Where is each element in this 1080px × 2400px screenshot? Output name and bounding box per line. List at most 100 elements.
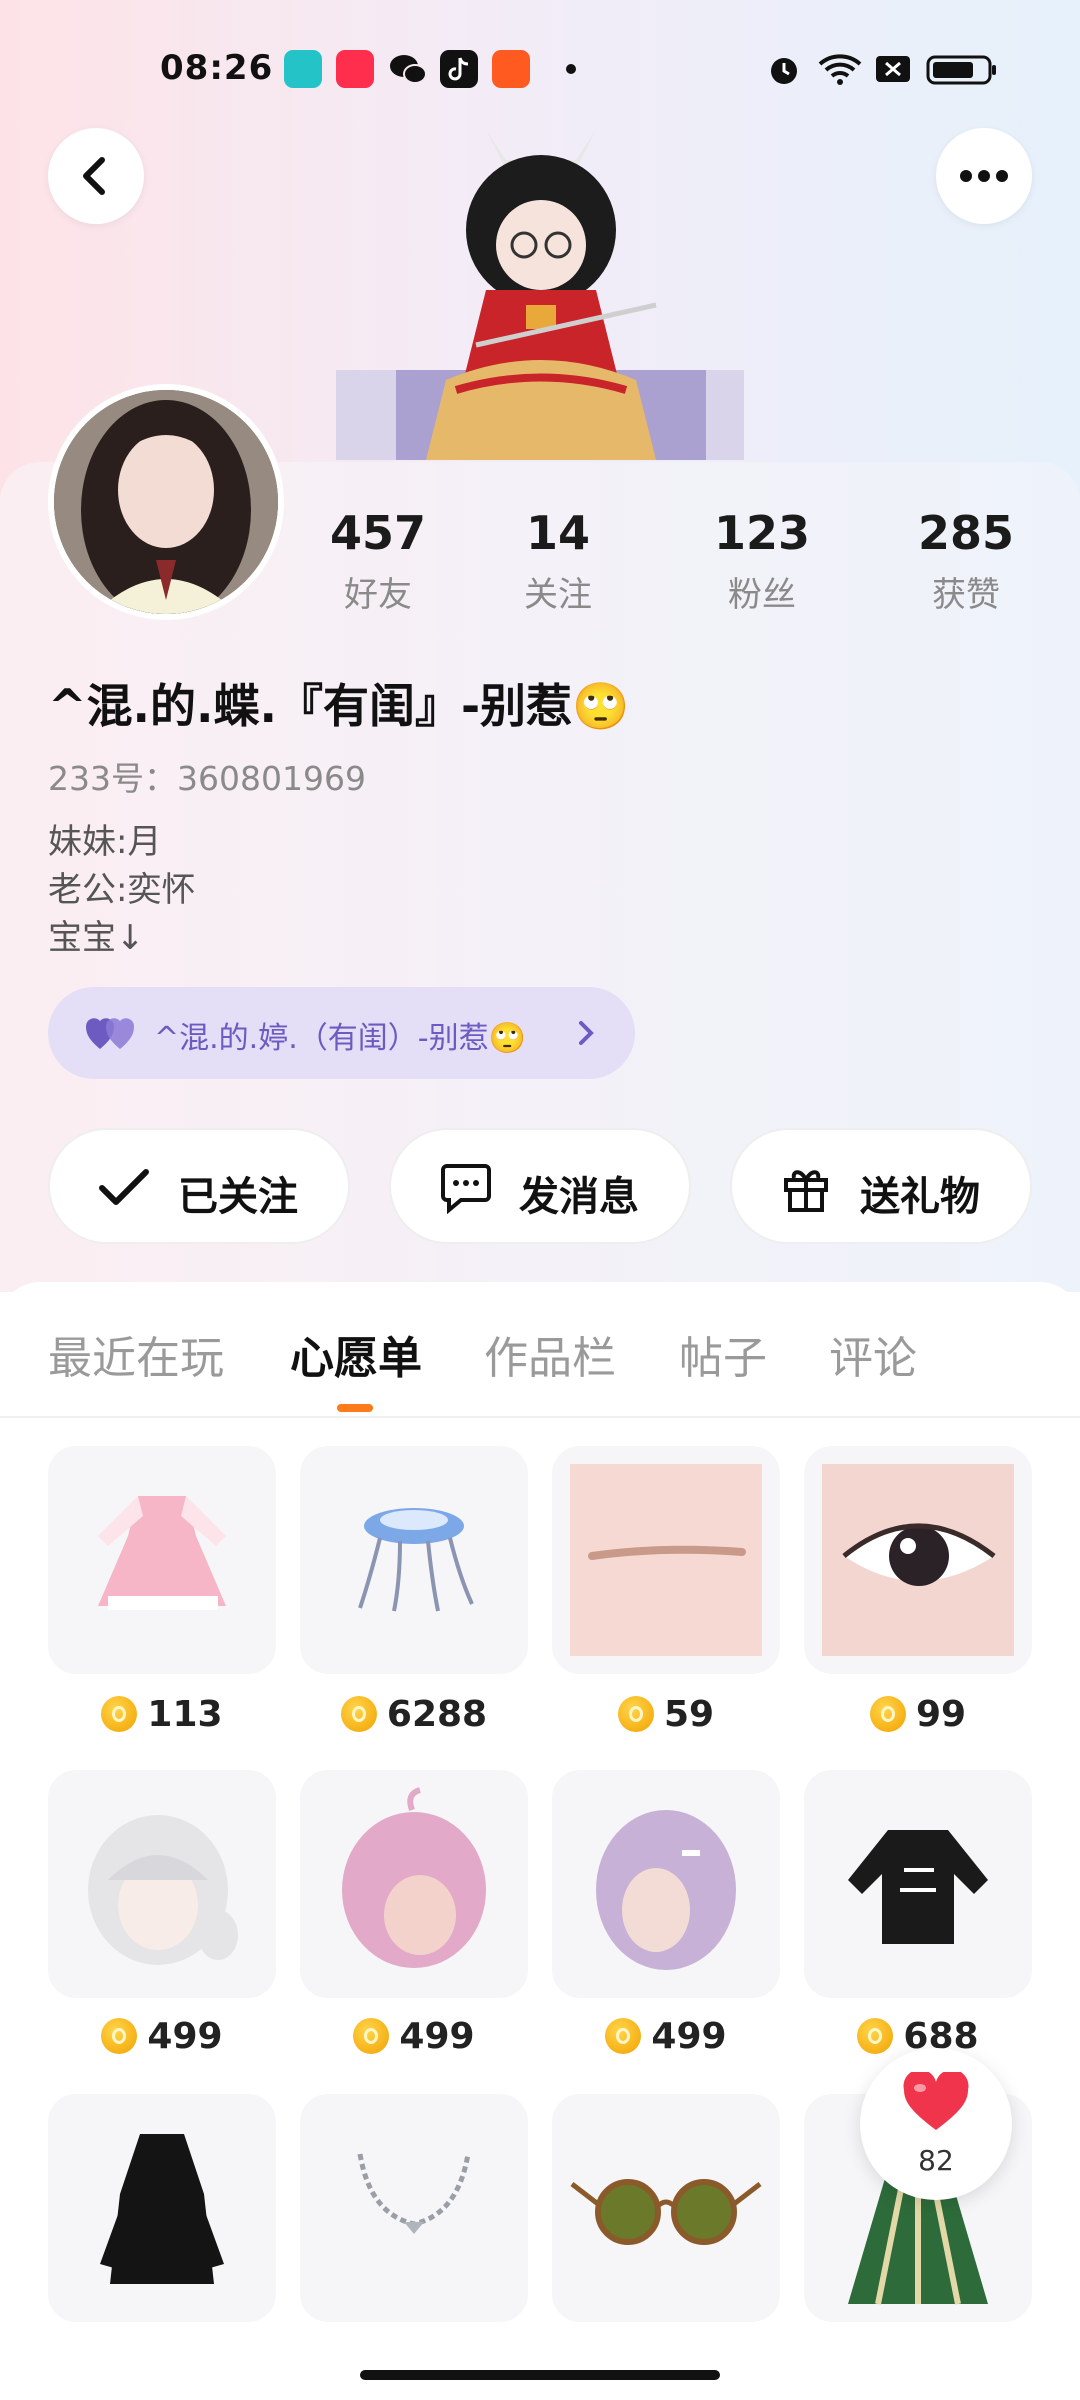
round-sunglasses-image — [570, 2179, 762, 2245]
tab-posts[interactable]: 帖子 — [679, 1322, 767, 1386]
xiaohongshu-icon — [336, 50, 374, 88]
alarm-icon — [771, 58, 797, 84]
lavender-hair-image — [596, 1810, 736, 1970]
coin-icon — [617, 1696, 654, 1732]
wishlist-item-black-jacket[interactable] — [804, 1770, 1032, 1998]
price-value: 499 — [651, 2016, 727, 2057]
message-label: 发消息 — [519, 1174, 639, 1220]
stat-label: 获赞 — [932, 575, 1000, 615]
message-button[interactable]: 发消息 — [389, 1128, 691, 1244]
black-dress-image — [100, 2134, 224, 2284]
wifi-icon — [818, 54, 862, 85]
price-value: 99 — [915, 1694, 967, 1735]
wishlist-item-lavender-hair[interactable] — [552, 1770, 780, 1998]
tab-divider — [0, 1416, 1080, 1418]
stat-label: 好友 — [344, 575, 412, 615]
status-time: 08:26 — [160, 48, 274, 88]
stat-friends[interactable]: 457 好友 — [298, 505, 458, 616]
price-value: 113 — [147, 1694, 223, 1735]
user-avatar[interactable] — [48, 384, 284, 620]
user-bio: 妹妹:月 老公:奕怀 宝宝↓ — [48, 818, 195, 962]
wishlist-price: 59 — [552, 1690, 780, 1740]
stat-value: 457 — [329, 506, 427, 560]
double-heart-icon — [86, 1018, 134, 1049]
user-id[interactable]: 233号：360801969 — [48, 752, 366, 800]
gift-label: 送礼物 — [860, 1174, 980, 1220]
coin-icon — [857, 2018, 894, 2054]
gift-button[interactable]: 送礼物 — [730, 1128, 1032, 1244]
like-count: 82 — [918, 2144, 954, 2177]
wishlist-item-black-dress[interactable] — [48, 2094, 276, 2322]
chat-bubble-icon — [441, 1164, 491, 1214]
home-indicator[interactable] — [360, 2370, 720, 2380]
black-jacket-image — [848, 1830, 988, 1944]
price-value: 499 — [147, 2016, 223, 2057]
stat-likes[interactable]: 285 获赞 — [886, 505, 1046, 616]
check-icon — [99, 1169, 149, 1205]
wishlist-price: 499 — [552, 2012, 780, 2062]
no-sim-icon — [876, 56, 910, 82]
stat-following[interactable]: 14 关注 — [478, 505, 638, 616]
price-value: 499 — [399, 2016, 475, 2057]
stat-value: 14 — [525, 506, 590, 560]
stat-value: 285 — [917, 506, 1015, 560]
coin-icon — [605, 2018, 642, 2054]
active-tab-indicator — [337, 1404, 373, 1412]
followed-label: 已关注 — [178, 1174, 298, 1220]
wishlist-price: 6288 — [300, 1690, 528, 1740]
wishlist-price: 99 — [804, 1690, 1032, 1740]
wechat-icon — [390, 55, 427, 84]
stat-followers[interactable]: 123 粉丝 — [682, 505, 842, 616]
bio-line: 宝宝↓ — [48, 918, 145, 958]
wishlist-item-silver-necklace[interactable] — [300, 2094, 528, 2322]
gift-icon — [784, 1170, 828, 1212]
chevron-right-icon — [579, 1021, 594, 1045]
wishlist-item-pink-dress[interactable] — [48, 1446, 276, 1674]
heart-icon — [903, 2072, 969, 2130]
wishlist-price: 499 — [48, 2012, 276, 2062]
coin-icon — [869, 1696, 906, 1732]
stat-label: 粉丝 — [728, 575, 796, 615]
price-value: 59 — [663, 1694, 715, 1735]
coin-icon — [101, 2018, 138, 2054]
white-hair-image — [88, 1815, 238, 1965]
tab-works[interactable]: 作品栏 — [484, 1322, 616, 1386]
wishlist-item-eyebrow[interactable] — [552, 1446, 780, 1674]
wishlist-item-eye[interactable] — [804, 1446, 1032, 1674]
tiktok-icon — [440, 50, 478, 88]
wishlist-item-white-hair[interactable] — [48, 1770, 276, 1998]
eyebrow-image — [570, 1464, 762, 1656]
followed-button[interactable]: 已关注 — [48, 1128, 350, 1244]
status-bar: 08:26 — [0, 40, 1080, 100]
wishlist-price: 499 — [300, 2012, 528, 2062]
stat-label: 关注 — [524, 575, 592, 615]
eye-image — [822, 1464, 1014, 1656]
avatar-photo — [54, 390, 278, 614]
bio-line: 老公:奕怀 — [48, 870, 196, 910]
more-dots-icon — [960, 170, 1008, 182]
stat-value: 123 — [713, 506, 811, 560]
relation-pill[interactable]: ^混.的.婷.（有闺）-别惹🙄 — [48, 987, 635, 1079]
price-value: 6288 — [386, 1694, 488, 1735]
back-button[interactable] — [48, 128, 144, 224]
pink-hair-image — [342, 1787, 486, 1968]
relation-pill-text: ^混.的.婷.（有闺）-别惹🙄 — [154, 1021, 526, 1056]
tab-comments[interactable]: 评论 — [829, 1322, 917, 1386]
bio-line: 妹妹:月 — [48, 822, 162, 862]
game-app-icon — [492, 50, 530, 88]
coin-icon — [340, 1696, 377, 1732]
tab-wishlist[interactable]: 心愿单 — [290, 1322, 422, 1386]
chevron-left-icon — [83, 157, 105, 195]
wishlist-item-jellyfish[interactable] — [300, 1446, 528, 1674]
wishlist-price: 113 — [48, 1690, 276, 1740]
battery-icon — [926, 55, 996, 85]
wishlist-item-pink-hair[interactable] — [300, 1770, 528, 1998]
wishlist-item-sunglasses[interactable] — [552, 2094, 780, 2322]
silver-necklace-image — [357, 2153, 471, 2234]
more-notifications-dot — [566, 64, 576, 74]
tab-recent-played[interactable]: 最近在玩 — [48, 1322, 224, 1386]
coin-icon — [353, 2018, 390, 2054]
avatar-character-illustration — [336, 130, 744, 460]
like-float-button[interactable]: 82 — [860, 2048, 1012, 2200]
more-button[interactable] — [936, 128, 1032, 224]
